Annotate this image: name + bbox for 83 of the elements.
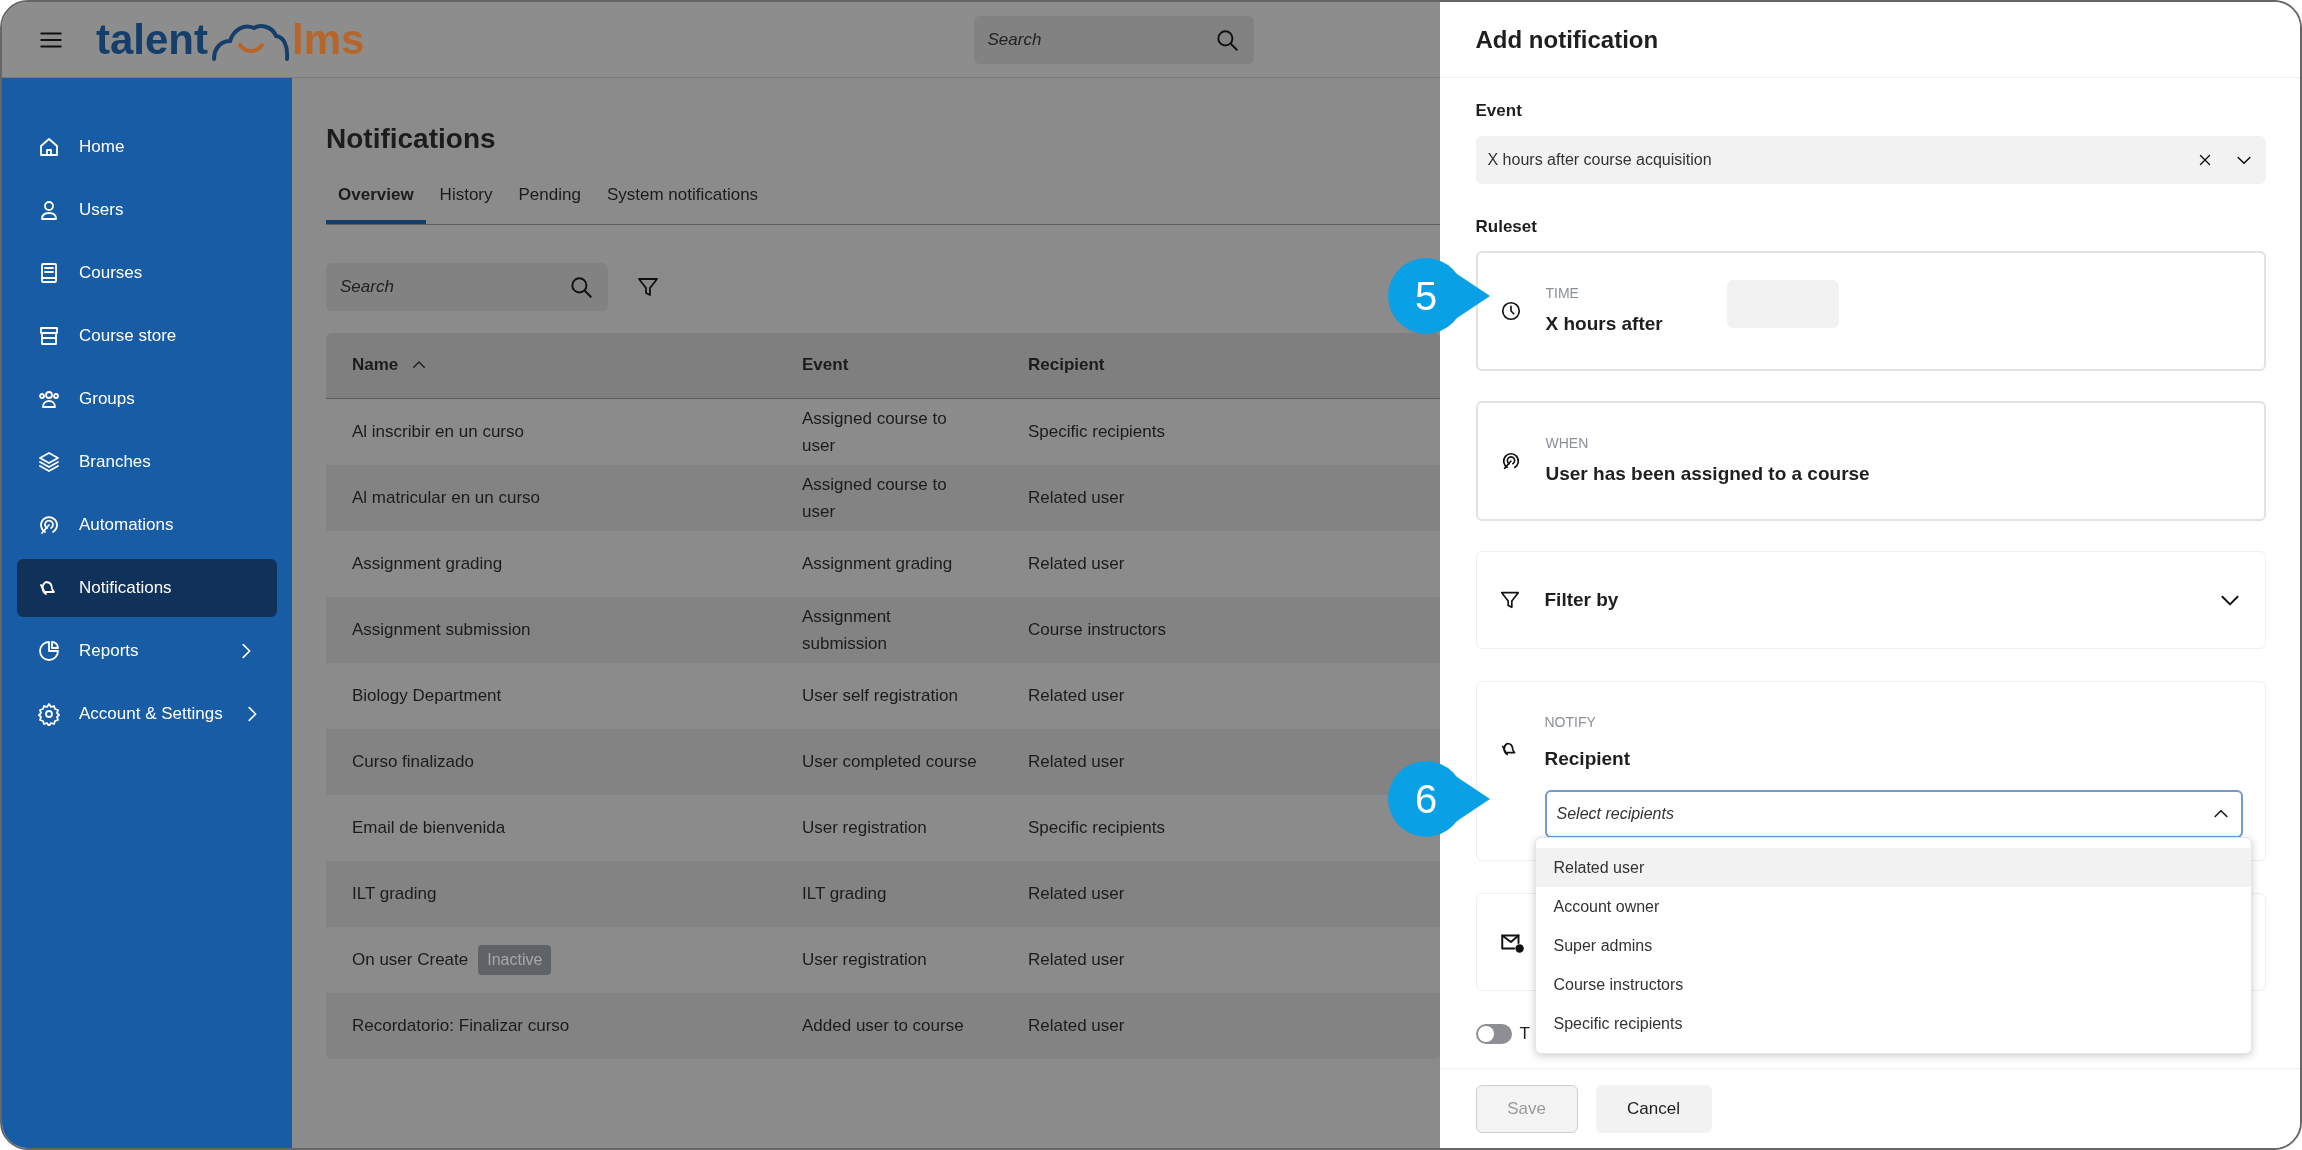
sidebar-item[interactable]: Account & Settings xyxy=(17,685,277,743)
table-cell-text: User registration xyxy=(802,949,928,971)
layers-icon xyxy=(37,450,61,474)
page-title: Notifications xyxy=(326,122,497,156)
section-label: Ruleset xyxy=(1475,215,1538,238)
table-cell-text: Assignment submission xyxy=(352,618,531,641)
home-icon xyxy=(37,135,61,159)
store-icon xyxy=(37,324,61,348)
table-cell-text: Course instructors xyxy=(1028,618,1167,641)
toggle-switch[interactable] xyxy=(1475,1023,1512,1044)
table-cell-text: Assigned course to user xyxy=(802,407,948,457)
sidebar-item[interactable]: Courses xyxy=(17,244,277,302)
card-caption: WHEN xyxy=(1545,434,1590,454)
pie-chart-icon xyxy=(37,639,61,663)
step-callout: 6 xyxy=(1388,761,1492,837)
column-header[interactable]: Event xyxy=(802,352,1028,378)
table-cell-text: Assigned course to user xyxy=(802,473,948,523)
table-cell-text: Related user xyxy=(1028,684,1126,707)
sidebar-item[interactable]: Course store xyxy=(17,307,277,365)
target-icon xyxy=(37,513,61,537)
filter-card[interactable]: Filter by xyxy=(1475,551,2266,649)
dropdown-option[interactable]: Super admins xyxy=(1535,926,2251,965)
card-title: Recipient xyxy=(1544,747,1632,771)
table-cell-text: Related user xyxy=(1028,882,1126,905)
cancel-button[interactable]: Cancel xyxy=(1595,1084,1712,1133)
table-cell-text: Specific recipients xyxy=(1028,816,1166,839)
card-caption: TIME xyxy=(1545,284,1580,304)
tab[interactable]: Overview xyxy=(326,182,426,224)
sidebar-item[interactable]: Branches xyxy=(17,433,277,491)
table-cell-text: User registration xyxy=(802,817,928,839)
table-cell-text: Related user xyxy=(1028,1014,1126,1037)
table-cell-text: ILT grading xyxy=(352,882,437,905)
logo-text: lms xyxy=(292,18,365,61)
table-cell-text: On user Create xyxy=(352,948,469,971)
panel-title: Add notification xyxy=(1475,24,1659,55)
table-cell-text: Related user xyxy=(1028,486,1126,509)
tab[interactable]: Pending xyxy=(506,182,593,224)
dropdown-option[interactable]: Specific recipients xyxy=(1535,1004,2251,1043)
toggle-label: T xyxy=(1519,1023,1530,1045)
search-field[interactable]: Search xyxy=(973,15,1254,64)
sidebar-item[interactable]: Home xyxy=(17,118,277,176)
card-title: X hours after xyxy=(1545,312,1663,337)
step-callout: 5 xyxy=(1388,258,1492,334)
table-cell-text: Curso finalizado xyxy=(352,750,474,773)
status-tag: Inactive xyxy=(478,944,552,975)
column-header[interactable]: Recipient xyxy=(1028,352,1414,378)
dropdown-option[interactable]: Course instructors xyxy=(1535,965,2251,1004)
sidebar-item[interactable]: Users xyxy=(17,181,277,239)
table-cell-text: Assignment grading xyxy=(802,553,954,575)
table-cell-text: User completed course xyxy=(802,751,978,773)
table-cell-text: Related user xyxy=(1028,552,1126,575)
column-header[interactable]: Name xyxy=(352,352,802,378)
table-cell-text: Specific recipients xyxy=(1028,420,1166,443)
table-cell-text: Added user to course xyxy=(802,1015,965,1037)
event-select[interactable]: X hours after course acquisition xyxy=(1475,135,2266,184)
dropdown-option[interactable]: Related user xyxy=(1535,848,2251,887)
table-cell-text: Email de bienvenida xyxy=(352,816,506,839)
table-cell-text: Recordatorio: Finalizar curso xyxy=(352,1014,570,1037)
search-field[interactable]: Search xyxy=(326,262,608,311)
tab[interactable]: History xyxy=(427,182,505,224)
card-caption: NOTIFY xyxy=(1544,713,1597,732)
table-cell-text: Al matricular en un curso xyxy=(352,486,541,509)
table-cell-text: Al inscribir en un curso xyxy=(352,420,524,443)
logo-text: talent xyxy=(96,18,208,61)
gear-icon xyxy=(37,702,61,726)
filter-icon xyxy=(1498,589,1521,611)
card-title: User has been assigned to a course xyxy=(1545,462,1870,487)
table-cell-text: Biology Department xyxy=(352,684,502,707)
dropdown-option[interactable]: Account owner xyxy=(1535,887,2251,926)
clock-icon xyxy=(1499,300,1522,322)
sidebar-item[interactable]: Notifications xyxy=(17,559,277,617)
sidebar-item[interactable]: Automations xyxy=(17,496,277,554)
tab[interactable]: System notifications xyxy=(594,182,771,224)
table-cell-text: ILT grading xyxy=(802,883,888,905)
table-cell-text: Related user xyxy=(1028,750,1126,773)
field-label: Event xyxy=(1475,100,1523,122)
table-cell-text: Related user xyxy=(1028,948,1126,971)
table-cell-text: Assignment submission xyxy=(802,605,892,655)
sidebar-item[interactable]: Groups xyxy=(17,370,277,428)
sidebar-item[interactable]: Reports xyxy=(17,622,277,680)
table-cell-text: Assignment grading xyxy=(352,552,503,575)
recipient-select[interactable]: Select recipients xyxy=(1544,789,2243,838)
table-cell-text: User self registration xyxy=(802,685,959,707)
